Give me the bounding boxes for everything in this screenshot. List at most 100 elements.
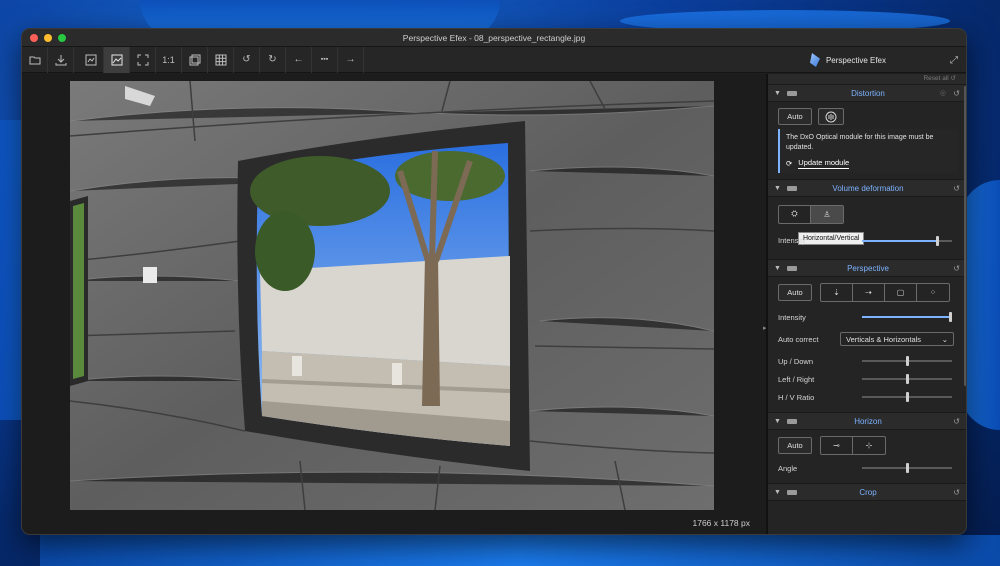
reset-icon[interactable]: ↺ <box>953 417 960 426</box>
title-bar: Perspective Efex - 08_perspective_rectan… <box>22 29 966 47</box>
leftright-slider[interactable] <box>862 374 952 384</box>
image-size-label: 1766 x 1178 px <box>692 518 751 528</box>
compare-icon[interactable] <box>78 46 104 73</box>
section-perspective-body: Auto ⇣ ⇢ ▢ ⁘ Intensity Auto correct Vert… <box>768 277 966 412</box>
collapse-arrow-icon[interactable]: ▼ <box>774 418 781 425</box>
section-toggle-icon[interactable] <box>786 489 797 495</box>
collapse-arrow-icon[interactable]: ▼ <box>774 90 781 97</box>
panel-scrollbar[interactable] <box>964 86 966 386</box>
section-distortion-body: Auto The DxO Optical module for this ima… <box>768 102 966 179</box>
reset-all-button[interactable]: Reset all ↺ <box>768 74 966 84</box>
horizon-line-icon[interactable]: ⊸ <box>821 437 853 454</box>
update-module-label: Update module <box>798 158 850 169</box>
slider-knob[interactable] <box>949 312 952 322</box>
section-toggle-icon[interactable] <box>786 418 797 424</box>
window-title: Perspective Efex - 08_perspective_rectan… <box>402 32 586 43</box>
perspective-mode-group: ⇣ ⇢ ▢ ⁘ <box>820 283 950 302</box>
update-module-link[interactable]: ⟳ Update module <box>786 158 952 169</box>
section-title: Perspective <box>847 263 889 273</box>
settings-panel: Reset all ↺ ▼ Distortion ◎ ↺ Auto The Dx… <box>768 74 966 534</box>
undo-icon[interactable]: ↺ <box>234 46 260 73</box>
zoom-window-button[interactable] <box>58 34 66 42</box>
section-volume-header[interactable]: ▼ Volume deformation ↺ <box>768 179 966 197</box>
slider-knob[interactable] <box>906 356 909 366</box>
hv-ratio-row: H / V Ratio <box>778 388 958 406</box>
volume-intensity-row: Intensity <box>778 232 958 250</box>
volume-horizontal-vertical-button[interactable]: ♙ <box>811 205 843 223</box>
fullscreen-icon[interactable]: ⤢ <box>950 55 958 66</box>
perspective-intensity-slider[interactable] <box>862 312 952 322</box>
grid-icon[interactable] <box>208 46 234 73</box>
reset-icon[interactable]: ↺ <box>953 264 960 273</box>
hv-ratio-slider[interactable] <box>862 392 952 402</box>
fit-icon[interactable] <box>130 46 156 73</box>
distortion-auto-button[interactable]: Auto <box>778 108 812 125</box>
image-canvas[interactable]: 1766 x 1178 px <box>22 74 766 534</box>
perspective-points-icon[interactable]: ⁘ <box>917 284 949 301</box>
redo-icon[interactable]: ↻ <box>260 46 286 73</box>
perspective-rectangle-icon[interactable]: ▢ <box>885 284 917 301</box>
app-window: Perspective Efex - 08_perspective_rectan… <box>21 28 967 535</box>
section-toggle-icon[interactable] <box>786 90 797 96</box>
reset-icon[interactable]: ↺ <box>953 488 960 497</box>
angle-slider[interactable] <box>862 463 952 473</box>
close-window-button[interactable] <box>30 34 38 42</box>
auto-correct-row: Auto correct Verticals & Horizontals ⌄ <box>778 330 958 348</box>
next-icon[interactable]: → <box>338 46 364 73</box>
section-perspective-header[interactable]: ▼ Perspective ↺ <box>768 259 966 277</box>
collapse-arrow-icon[interactable]: ▼ <box>774 489 781 496</box>
auto-correct-select[interactable]: Verticals & Horizontals ⌄ <box>840 332 954 346</box>
notice-text: The DxO Optical module for this image mu… <box>786 134 934 151</box>
traffic-lights <box>30 34 66 42</box>
volume-intensity-slider[interactable] <box>862 235 952 246</box>
section-toggle-icon[interactable] <box>786 185 797 191</box>
perspective-intensity-row: Intensity <box>778 308 958 326</box>
horizon-auto-button[interactable]: Auto <box>778 437 812 454</box>
info-icon[interactable]: ◎ <box>940 89 946 97</box>
perspective-auto-button[interactable]: Auto <box>778 284 812 301</box>
angle-label: Angle <box>778 463 798 473</box>
leftright-label: Left / Right <box>778 374 815 384</box>
previous-icon[interactable]: ← <box>286 46 312 73</box>
chevron-down-icon: ⌄ <box>941 334 948 344</box>
reset-icon[interactable]: ↺ <box>953 89 960 98</box>
updown-row: Up / Down <box>778 352 958 370</box>
section-crop-header[interactable]: ▼ Crop ↺ <box>768 483 966 501</box>
horizon-level-icon[interactable]: ⊹ <box>853 437 885 454</box>
refresh-icon: ⟳ <box>786 158 793 168</box>
slider-knob[interactable] <box>935 235 939 246</box>
brand-name: Perspective Efex <box>825 55 886 65</box>
auto-correct-label: Auto correct <box>778 334 819 344</box>
section-toggle-icon[interactable] <box>786 265 797 271</box>
intensity-label: Intensity <box>778 312 806 322</box>
open-folder-icon[interactable] <box>22 46 48 73</box>
slider-knob[interactable] <box>906 392 909 402</box>
slider-knob[interactable] <box>906 463 909 473</box>
distortion-lens-button[interactable] <box>818 108 844 125</box>
filmstrip-icon[interactable]: ▪▪▪ <box>312 46 338 73</box>
section-title: Volume deformation <box>832 183 904 193</box>
reset-icon[interactable]: ↺ <box>953 184 960 193</box>
photo-preview[interactable] <box>70 81 714 510</box>
export-icon[interactable] <box>48 46 74 73</box>
minimize-window-button[interactable] <box>44 34 52 42</box>
updown-label: Up / Down <box>778 356 814 366</box>
section-title: Crop <box>859 487 877 497</box>
leftright-row: Left / Right <box>778 370 958 388</box>
perspective-horizontal-icon[interactable]: ⇢ <box>853 284 885 301</box>
collapse-arrow-icon[interactable]: ▼ <box>774 185 781 192</box>
hv-ratio-label: H / V Ratio <box>778 392 815 402</box>
slider-knob[interactable] <box>906 374 909 384</box>
volume-diagonal-button[interactable]: ⛭ <box>779 205 811 223</box>
section-title: Distortion <box>851 88 885 98</box>
single-view-icon[interactable] <box>104 46 130 73</box>
section-title: Horizon <box>854 416 882 426</box>
update-notice: The DxO Optical module for this image mu… <box>778 129 958 173</box>
section-distortion-header[interactable]: ▼ Distortion ◎ ↺ <box>768 84 966 102</box>
updown-slider[interactable] <box>862 356 952 366</box>
preview-icon[interactable] <box>182 46 208 73</box>
section-horizon-header[interactable]: ▼ Horizon ↺ <box>768 412 966 430</box>
collapse-arrow-icon[interactable]: ▼ <box>774 265 781 272</box>
zoom-100-icon[interactable]: 1:1 <box>156 46 182 73</box>
perspective-vertical-icon[interactable]: ⇣ <box>821 284 853 301</box>
